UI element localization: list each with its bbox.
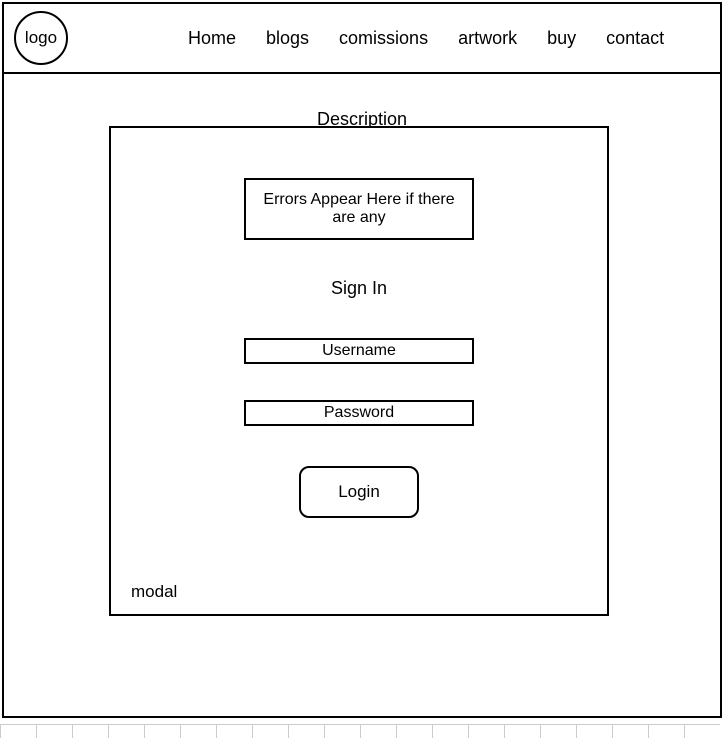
nav-comissions[interactable]: comissions — [339, 28, 428, 49]
login-button[interactable]: Login — [299, 466, 419, 518]
nav-artwork[interactable]: artwork — [458, 28, 517, 49]
logo-text: logo — [25, 28, 57, 48]
signin-heading: Sign In — [331, 278, 387, 299]
nav-contact[interactable]: contact — [606, 28, 664, 49]
error-message-box: Errors Appear Here if there are any — [244, 178, 474, 240]
main-area: Description Errors Appear Here if there … — [4, 74, 720, 716]
nav-home[interactable]: Home — [188, 28, 236, 49]
nav-buy[interactable]: buy — [547, 28, 576, 49]
header: logo Home blogs comissions artwork buy c… — [4, 4, 720, 74]
logo[interactable]: logo — [14, 11, 68, 65]
nav-blogs[interactable]: blogs — [266, 28, 309, 49]
modal-label: modal — [131, 582, 177, 602]
password-input[interactable] — [244, 400, 474, 426]
page-frame: logo Home blogs comissions artwork buy c… — [2, 2, 722, 718]
main-nav: Home blogs comissions artwork buy contac… — [188, 28, 664, 49]
signin-modal: Errors Appear Here if there are any Sign… — [109, 126, 609, 616]
username-input[interactable] — [244, 338, 474, 364]
